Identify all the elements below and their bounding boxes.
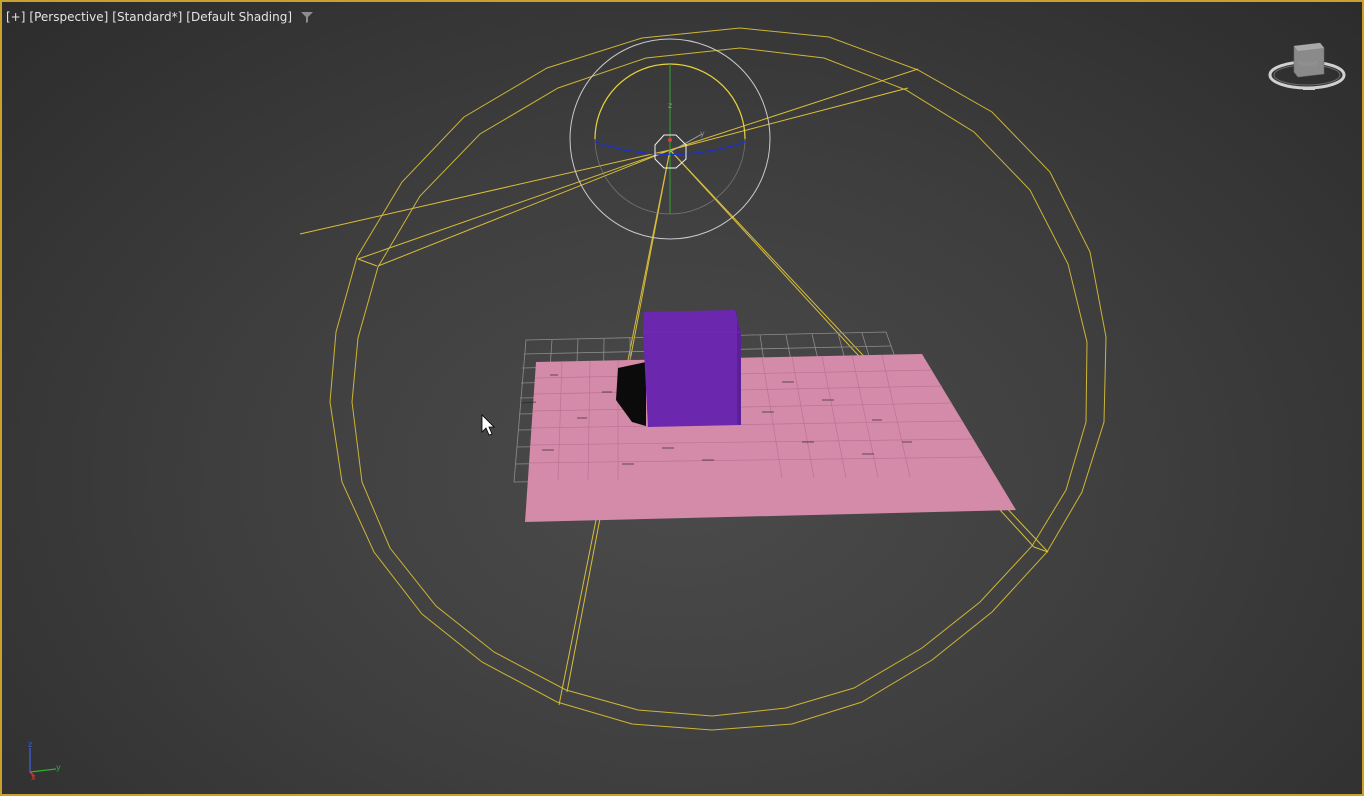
- view-point-label[interactable]: [Perspective]: [29, 10, 108, 24]
- mouse-cursor-icon: [481, 414, 495, 436]
- filter-funnel-icon[interactable]: [300, 10, 314, 24]
- cone-edge-left: [357, 258, 378, 267]
- tripod-y-label: y: [56, 763, 61, 772]
- gizmo-center: [668, 138, 672, 142]
- tripod-x-label: x: [31, 773, 36, 782]
- perspective-viewport[interactable]: z y RIGHT z y x [+] [Perspective] [Stand…: [0, 0, 1364, 796]
- view-preset-label[interactable]: [Standard*]: [112, 10, 182, 24]
- tripod-z-label: z: [28, 740, 32, 749]
- viewport-label-bar: [+] [Perspective] [Standard*] [Default S…: [6, 8, 314, 26]
- gizmo-y-label: y: [700, 129, 705, 138]
- axis-tripod: z y x: [28, 740, 61, 782]
- cone-line-right-inner: [669, 87, 909, 151]
- cone-line-left-inner: [377, 149, 671, 267]
- pink-plane-object[interactable]: [521, 354, 1016, 522]
- viewcube-face-label: RIGHT: [1299, 61, 1318, 68]
- gizmo-z-label: z: [668, 101, 672, 110]
- viewcube-south-marker: [1303, 87, 1315, 90]
- cone-line-left-top: [299, 149, 671, 235]
- rotate-gizmo[interactable]: z y: [569, 38, 771, 240]
- shading-mode-label[interactable]: [Default Shading]: [186, 10, 292, 24]
- viewcube[interactable]: RIGHT: [1268, 42, 1346, 90]
- scene-canvas[interactable]: z y RIGHT z y x: [2, 2, 1364, 796]
- viewport-menu-label[interactable]: [+]: [6, 10, 25, 24]
- purple-box-object[interactable]: [643, 310, 741, 427]
- cone-line-left: [357, 149, 671, 260]
- tripod-y-axis: [29, 768, 57, 773]
- cone-line-right-top: [669, 68, 919, 151]
